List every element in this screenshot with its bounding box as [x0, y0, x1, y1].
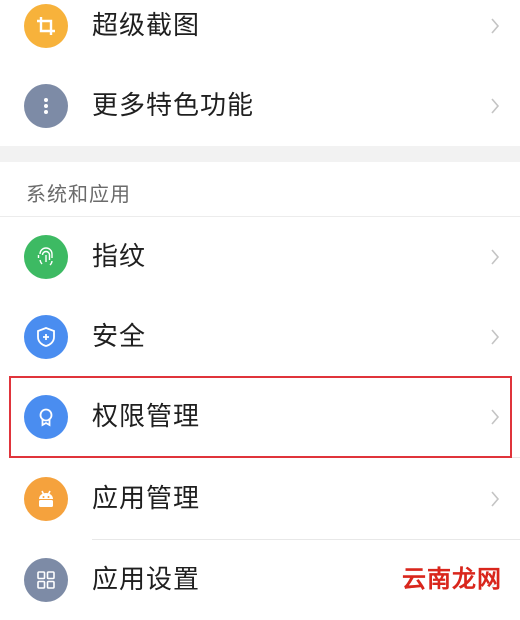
chevron-right-icon — [491, 249, 500, 265]
divider — [92, 457, 520, 458]
settings-item-more-features[interactable]: 更多特色功能 — [0, 66, 520, 146]
section-gap — [0, 146, 520, 162]
chevron-right-icon — [491, 409, 500, 425]
section-header: 系统和应用 — [26, 182, 131, 206]
badge-icon — [24, 395, 68, 439]
crop-icon — [24, 4, 68, 48]
settings-item-security[interactable]: 安全 — [0, 297, 520, 377]
chevron-right-icon — [491, 329, 500, 345]
settings-item-permission-management[interactable]: 权限管理 — [0, 377, 520, 457]
watermark: 云南龙网 — [402, 564, 502, 593]
more-vertical-icon — [24, 84, 68, 128]
chevron-right-icon — [491, 98, 500, 114]
fingerprint-icon — [24, 235, 68, 279]
settings-item-label: 超级截图 — [92, 11, 201, 41]
settings-item-app-management[interactable]: 应用管理 — [0, 459, 520, 539]
settings-item-label: 安全 — [92, 322, 147, 352]
settings-item-label: 权限管理 — [92, 402, 201, 432]
chevron-right-icon — [491, 18, 500, 34]
settings-item-label: 应用设置 — [92, 565, 201, 595]
settings-item-label: 更多特色功能 — [92, 91, 255, 121]
settings-item-label: 指纹 — [92, 242, 147, 272]
settings-item-super-screenshot[interactable]: 超级截图 — [0, 0, 520, 66]
settings-item-fingerprint[interactable]: 指纹 — [0, 217, 520, 297]
grid-icon — [24, 558, 68, 602]
android-robot-icon — [24, 477, 68, 521]
shield-icon — [24, 315, 68, 359]
chevron-right-icon — [491, 491, 500, 507]
settings-item-label: 应用管理 — [92, 484, 201, 514]
